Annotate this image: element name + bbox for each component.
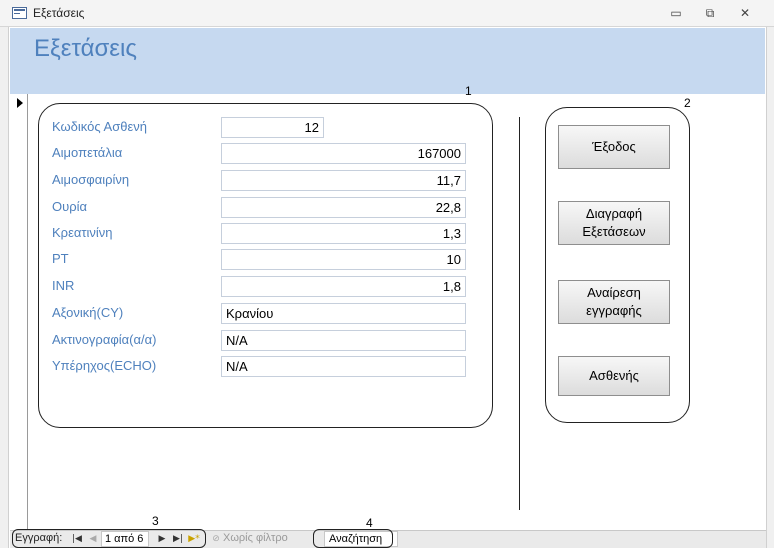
label-patient-code: Κωδικός Ασθενή bbox=[52, 119, 147, 134]
label-inr: INR bbox=[52, 278, 75, 293]
filter-icon[interactable]: ⊘ bbox=[209, 531, 223, 547]
form-title: Εξετάσεις bbox=[34, 35, 137, 62]
annotation-1: 1 bbox=[465, 84, 472, 98]
pt-field[interactable]: 10 bbox=[221, 249, 466, 270]
no-filter-button[interactable]: Χωρίς φίλτρο bbox=[223, 532, 288, 544]
vertical-divider bbox=[519, 117, 520, 510]
patient-code-field[interactable]: 12 bbox=[221, 117, 324, 138]
label-pt: PT bbox=[52, 251, 69, 266]
ct-field[interactable]: Κρανίου bbox=[221, 303, 466, 324]
record-selector[interactable] bbox=[10, 94, 28, 530]
patient-button[interactable]: Ασθενής bbox=[558, 356, 670, 396]
record-selector-icon bbox=[17, 98, 23, 108]
platelets-field[interactable]: 167000 bbox=[221, 143, 466, 164]
echo-field[interactable]: N/A bbox=[221, 356, 466, 377]
label-hemoglobin: Αιμοσφαιρίνη bbox=[52, 172, 130, 187]
form-icon bbox=[12, 7, 27, 19]
search-highlight-outline bbox=[313, 529, 393, 548]
delete-exams-button[interactable]: Διαγραφή Εξετάσεων bbox=[558, 201, 670, 245]
window-right-border bbox=[766, 27, 774, 548]
label-creatinine: Κρεατινίνη bbox=[52, 225, 113, 240]
navigation-highlight-outline bbox=[12, 529, 206, 548]
undo-record-button[interactable]: Αναίρεση εγγραφής bbox=[558, 280, 670, 324]
window-titlebar: Εξετάσεις ▭ ⧉ ✕ bbox=[0, 0, 774, 27]
label-echo: Υπέρηχος(ECHO) bbox=[52, 358, 157, 373]
annotation-2: 2 bbox=[684, 96, 691, 110]
inr-field[interactable]: 1,8 bbox=[221, 276, 466, 297]
annotation-3: 3 bbox=[152, 514, 159, 528]
hemoglobin-field[interactable]: 11,7 bbox=[221, 170, 466, 191]
close-button[interactable]: ✕ bbox=[735, 5, 755, 22]
label-platelets: Αιμοπετάλια bbox=[52, 145, 123, 160]
creatinine-field[interactable]: 1,3 bbox=[221, 223, 466, 244]
xray-field[interactable]: N/A bbox=[221, 330, 466, 351]
urea-field[interactable]: 22,8 bbox=[221, 197, 466, 218]
window-title: Εξετάσεις bbox=[33, 6, 85, 20]
minimize-button[interactable]: ▭ bbox=[666, 5, 686, 22]
label-ct: Αξονική(CY) bbox=[52, 305, 124, 320]
label-xray: Ακτινογραφία(α/α) bbox=[52, 332, 157, 347]
window-left-border bbox=[0, 27, 9, 548]
annotation-4: 4 bbox=[366, 516, 373, 530]
form-header: Εξετάσεις bbox=[10, 28, 765, 94]
restore-button[interactable]: ⧉ bbox=[700, 5, 720, 22]
label-urea: Ουρία bbox=[52, 199, 88, 214]
exit-button[interactable]: Έξοδος bbox=[558, 125, 670, 169]
